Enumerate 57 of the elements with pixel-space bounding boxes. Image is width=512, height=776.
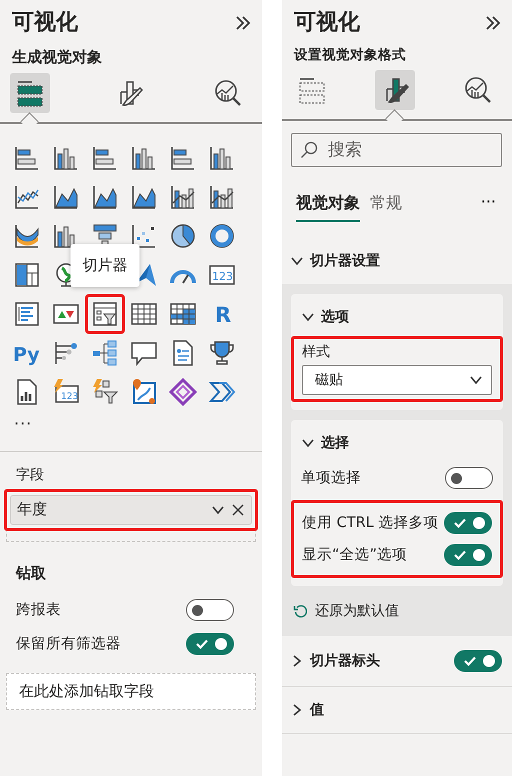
section-title[interactable]: 切片器标头 [310,652,448,670]
map-pin-icon[interactable] [130,378,158,406]
toggle-label: 保留所有筛选器 [16,635,121,653]
script-visual-icon[interactable]: R [208,300,236,328]
more-button[interactable]: ··· [476,192,500,218]
toggle-switch[interactable] [444,512,492,534]
fields-icon [297,75,327,105]
diamond-icon[interactable] [169,378,197,406]
toggle-label: 跨报表 [16,601,61,619]
analytics-icon [213,78,243,108]
dropdown[interactable]: 磁贴 [302,364,492,394]
collapse-icon[interactable] [484,14,502,32]
search-field[interactable]: 搜索 [291,132,502,166]
toggle-switch[interactable] [444,544,492,566]
section-title[interactable]: 值 [310,700,502,718]
reset-link[interactable]: 还原为默认值 [291,596,503,622]
section-subtitle: 生成视觉对象 [10,47,103,67]
analytics-icon [463,75,493,105]
pane-title: 可视化 [12,9,78,37]
remove-icon[interactable] [231,502,245,516]
toggle-switch[interactable] [445,466,493,488]
toggle-switch[interactable] [454,650,502,672]
section-title[interactable]: 切片器设置 [310,252,502,270]
toggle-switch[interactable] [186,598,234,620]
slicer-icon[interactable] [91,300,119,328]
more-visuals[interactable]: ··· [0,406,262,432]
pie-chart-icon[interactable] [169,222,197,250]
trophy-icon[interactable] [208,338,236,366]
tooltip: 切片器 [70,244,140,286]
collapse-icon[interactable] [234,14,252,32]
check-icon [196,638,208,648]
toggle-label: 使用 CTRL 选择多项 [302,514,438,532]
toggle-label: 单项选择 [301,469,361,487]
fields-icon [15,78,45,108]
section-heading: 钻取 [14,562,47,584]
decomposition-tree-icon[interactable] [91,338,119,366]
check-icon [454,518,466,528]
tab[interactable]: 常规 [370,188,402,222]
donut-chart-icon[interactable] [208,222,236,250]
drop-zone[interactable]: 在此处添加钻取字段 [6,672,256,710]
check-icon [454,550,466,560]
lightning-slicer-icon[interactable] [91,378,119,406]
pane-title: 可视化 [294,9,360,37]
check-icon [464,656,476,666]
search-icon [300,140,318,158]
field-label: 字段 [15,466,45,484]
multi-row-card-icon[interactable] [13,300,41,328]
toggle-switch[interactable] [186,632,234,654]
tab[interactable]: 视觉对象 [296,188,360,222]
script-visual-icon[interactable]: Py [13,338,41,366]
toggle-label: 显示“全选”选项 [302,546,408,564]
reset-icon[interactable] [293,604,307,618]
treemap-icon[interactable] [13,260,41,288]
field-label: 样式 [302,342,331,362]
section-subtitle: 设置视觉对象格式 [292,46,407,64]
card-title[interactable]: 选择 [321,434,349,452]
card-title[interactable]: 选项 [321,308,349,326]
